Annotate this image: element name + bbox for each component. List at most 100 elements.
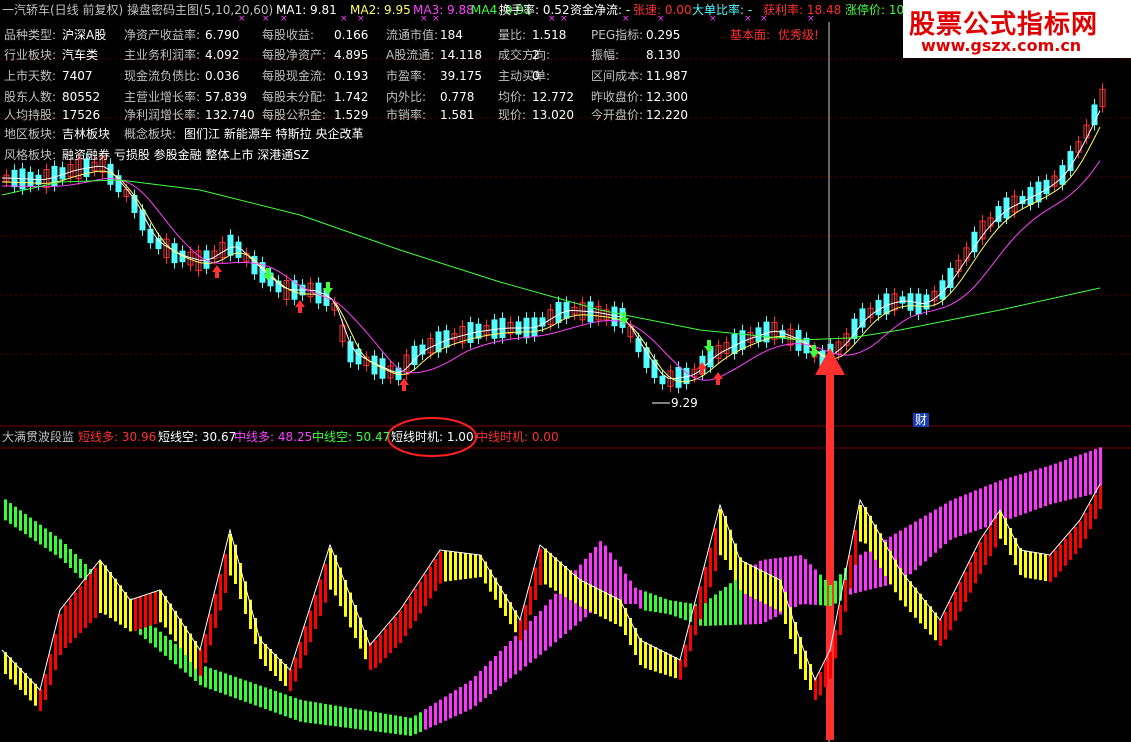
short-osc-bar bbox=[974, 552, 977, 584]
short-osc-bar bbox=[154, 592, 157, 624]
fund-label: 成交方向: bbox=[498, 48, 551, 62]
short-osc-bar bbox=[124, 592, 127, 628]
short-osc-bar bbox=[739, 557, 742, 590]
fund-label: 行业板块: bbox=[4, 48, 57, 62]
candle-body bbox=[915, 293, 922, 315]
mid-osc-bar bbox=[724, 587, 727, 626]
mid-osc-bar bbox=[14, 506, 17, 528]
big-order-ratio: 大单比率: - bbox=[692, 3, 753, 17]
short-osc-bar bbox=[204, 634, 207, 663]
short-osc-bar bbox=[1084, 512, 1087, 539]
short-osc-bar bbox=[584, 582, 587, 609]
mid-osc-bar bbox=[1049, 465, 1052, 505]
short-osc-bar bbox=[769, 574, 772, 607]
mid-osc-bar bbox=[384, 713, 387, 733]
ma3-value: MA3: 9.88 bbox=[413, 3, 474, 17]
short-osc-bar bbox=[424, 574, 427, 606]
mid-osc-bar bbox=[794, 555, 797, 607]
mid-long-value: 中线多: 48.25 bbox=[234, 430, 313, 444]
fund-value: 4.895 bbox=[334, 48, 369, 62]
fund-label: 振幅: bbox=[591, 48, 620, 62]
short-osc-bar bbox=[604, 592, 607, 619]
short-osc-bar bbox=[429, 566, 432, 599]
mid-osc-bar bbox=[919, 518, 922, 566]
fund-label: 股东人数: bbox=[4, 90, 57, 104]
mid-osc-bar bbox=[24, 513, 27, 535]
fund-label: A股流通: bbox=[386, 48, 435, 62]
mid-osc-bar bbox=[904, 527, 907, 579]
mid-osc-bar bbox=[734, 579, 737, 625]
mid-osc-bar bbox=[284, 694, 287, 717]
mid-osc-bar bbox=[244, 680, 247, 702]
short-short-value: 短线空: 30.67 bbox=[158, 430, 237, 444]
short-osc-bar bbox=[949, 602, 952, 631]
mid-osc-bar bbox=[169, 639, 172, 661]
short-osc-bar bbox=[644, 642, 647, 669]
fund-value: 1.581 bbox=[440, 108, 475, 122]
fund-label: 每股公积金: bbox=[262, 108, 327, 122]
basic-value: 优秀级! bbox=[778, 28, 819, 42]
short-osc-bar bbox=[659, 649, 662, 674]
short-osc-bar bbox=[929, 606, 932, 635]
short-osc-bar bbox=[149, 593, 152, 626]
mid-osc-bar bbox=[924, 515, 927, 562]
short-osc-bar bbox=[1049, 554, 1052, 582]
mid-osc-bar bbox=[509, 641, 512, 679]
mid-osc-bar bbox=[534, 616, 537, 659]
fund-value: 7407 bbox=[62, 69, 93, 83]
mid-osc-bar bbox=[984, 486, 987, 528]
short-osc-bar bbox=[434, 559, 437, 591]
short-osc-bar bbox=[399, 611, 402, 643]
short-osc-bar bbox=[749, 564, 752, 597]
capital-flow-value: 资金净流: - bbox=[570, 3, 631, 17]
mid-osc-bar bbox=[394, 715, 397, 734]
mid-osc-bar bbox=[1044, 466, 1047, 507]
mid-osc-bar bbox=[709, 598, 712, 626]
short-osc-bar bbox=[474, 554, 477, 578]
short-osc-bar bbox=[924, 600, 927, 629]
short-osc-bar bbox=[834, 630, 837, 659]
short-osc-bar bbox=[79, 586, 82, 633]
fund-value: 11.987 bbox=[646, 69, 688, 83]
mid-osc-bar bbox=[304, 700, 307, 723]
finance-marker[interactable]: 财 bbox=[913, 413, 930, 427]
fund-value: 132.740 bbox=[205, 108, 255, 122]
fund-value: 80552 bbox=[62, 90, 101, 104]
mid-osc-bar bbox=[479, 671, 482, 702]
fund-value: 14.118 bbox=[440, 48, 482, 62]
fund-value: 13.020 bbox=[532, 108, 574, 122]
fund-label: 今开盘价: bbox=[591, 108, 644, 122]
candle-body bbox=[1027, 186, 1034, 206]
short-osc-bar bbox=[944, 612, 947, 640]
mid-osc-bar bbox=[69, 549, 72, 568]
short-osc-bar bbox=[934, 612, 937, 641]
ma1-value: MA1: 9.81 bbox=[276, 3, 337, 17]
short-osc-bar bbox=[764, 572, 767, 604]
short-osc-bar bbox=[1054, 550, 1057, 578]
short-osc-bar bbox=[549, 552, 552, 588]
short-osc-bar bbox=[404, 604, 407, 636]
short-osc-bar bbox=[274, 654, 277, 676]
short-osc-bar bbox=[119, 585, 122, 625]
short-osc-bar bbox=[219, 574, 222, 611]
short-osc-bar bbox=[54, 634, 57, 670]
short-osc-bar bbox=[84, 580, 87, 628]
candle-body bbox=[659, 375, 666, 385]
short-osc-bar bbox=[679, 659, 682, 680]
mid-osc-bar bbox=[934, 509, 937, 553]
mid-osc-bar bbox=[909, 524, 912, 575]
short-osc-bar bbox=[579, 579, 582, 607]
fund-value: 1.742 bbox=[334, 90, 369, 104]
candle-body bbox=[555, 301, 562, 323]
short-osc-bar bbox=[559, 561, 562, 594]
short-osc-bar bbox=[1079, 521, 1082, 549]
mid-osc-bar bbox=[59, 539, 62, 559]
fund-label: 每股收益: bbox=[262, 28, 315, 42]
mid-osc-bar bbox=[39, 524, 42, 545]
short-osc-bar bbox=[419, 581, 422, 614]
logo-url: www.gszx.com.cn bbox=[921, 36, 1082, 55]
mid-osc-bar bbox=[184, 652, 187, 673]
short-osc-bar bbox=[384, 628, 387, 658]
short-osc-bar bbox=[754, 567, 757, 599]
mid-osc-bar bbox=[964, 494, 967, 535]
